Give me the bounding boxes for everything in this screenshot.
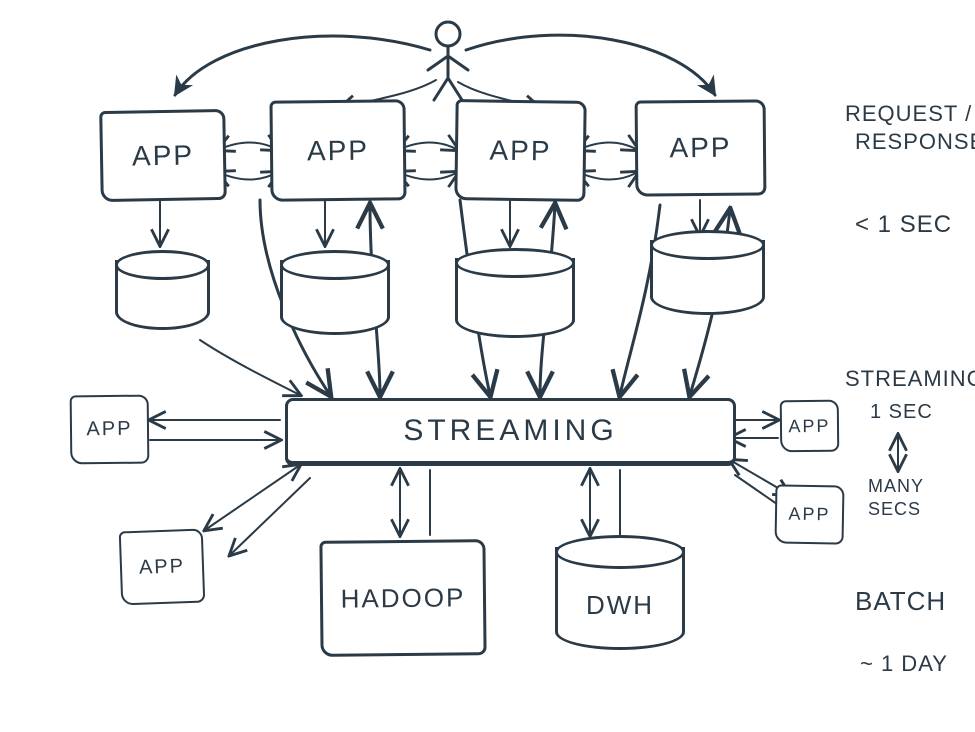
hadoop-label: HADOOP [340,582,465,614]
left-app-mid: APP [70,395,150,465]
streaming-box: STREAMING [285,398,736,466]
note-response: RESPONSE [855,128,975,156]
left-app-mid-label: APP [86,418,132,441]
left-app-lower-label: APP [139,555,186,580]
note-streaming-title: STREAMING [845,365,975,393]
note-layer1-time: < 1 SEC [855,210,952,240]
app-box-1: APP [99,109,227,202]
right-app-lower: APP [774,484,844,544]
right-app-mid-label: APP [788,415,830,436]
note-batch-title: BATCH [855,585,946,618]
dwh-cylinder: DWH [555,535,685,650]
database-4 [650,230,765,315]
dwh-label: DWH [555,590,685,621]
user-icon [428,22,468,100]
right-app-mid: APP [780,400,840,453]
app-box-1-label: APP [132,139,195,172]
left-app-lower: APP [119,529,206,606]
app-box-3-label: APP [489,134,551,167]
app-box-2-label: APP [307,134,369,167]
database-1 [115,250,210,330]
note-batch-time: ~ 1 DAY [860,650,948,678]
database-2 [280,250,390,335]
app-box-2: APP [269,99,406,201]
note-request: REQUEST / [845,100,972,128]
diagram-stage: APP APP APP APP STREAMING APP APP APP AP [0,0,975,732]
app-box-4: APP [635,99,767,196]
app-box-4-label: APP [669,132,731,165]
streaming-label: STREAMING [403,414,617,448]
app-box-3: APP [454,99,586,202]
right-app-lower-label: APP [788,504,830,526]
database-3 [455,248,575,338]
note-streaming-top: 1 SEC [870,400,933,425]
note-streaming-bottom: MANY SECS [868,475,924,520]
hadoop-box: HADOOP [319,539,486,657]
